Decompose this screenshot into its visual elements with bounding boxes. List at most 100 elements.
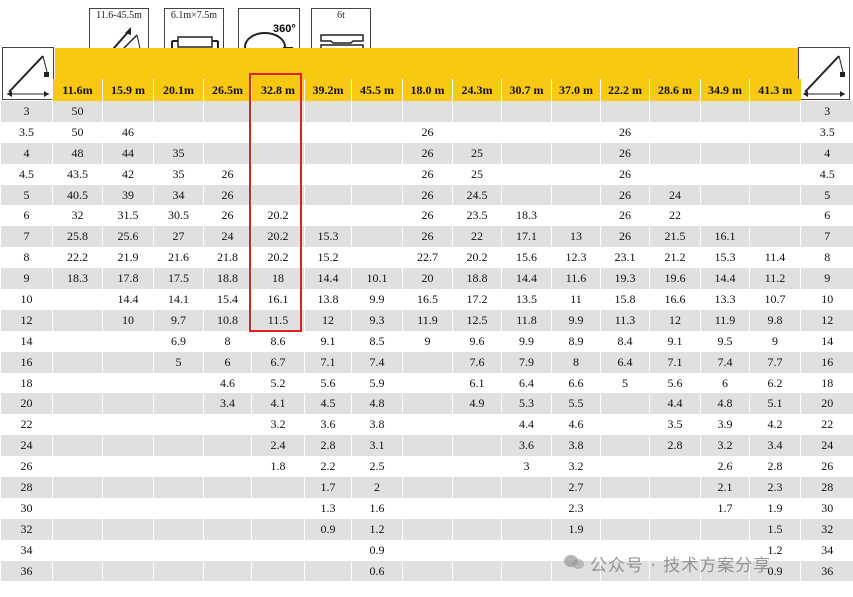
capacity-cell: 7.7 [749, 351, 801, 373]
capacity-cell: 3.8 [351, 414, 403, 436]
radius-cell: 6 [800, 205, 853, 227]
radius-cell: 8 [800, 247, 853, 269]
capacity-cell [52, 456, 103, 478]
capacity-cell: 6.1 [452, 372, 502, 394]
capacity-cell [551, 163, 601, 185]
capacity-cell [402, 518, 453, 540]
capacity-cell: 8.9 [551, 330, 601, 352]
boom-length-header: 20.1m [153, 79, 204, 101]
capacity-cell [600, 477, 650, 498]
capacity-cell [102, 351, 154, 373]
capacity-cell [501, 163, 552, 185]
capacity-cell: 5.2 [251, 372, 305, 394]
capacity-cell: 2.8 [304, 435, 352, 457]
capacity-cell: 8.5 [351, 330, 403, 352]
load-chart-table: 11.6m 15.9 m 20.1m 26.5m 32.8 m 39.2m 45.5 m 18… [0, 79, 853, 582]
capacity-cell [304, 163, 352, 185]
capacity-cell [203, 414, 252, 436]
capacity-cell: 10.1 [351, 268, 403, 290]
capacity-cell: 21.5 [649, 226, 701, 248]
capacity-cell [501, 101, 552, 122]
radius-cell: 3 [0, 101, 53, 122]
capacity-cell [551, 121, 601, 143]
capacity-cell [649, 121, 701, 143]
capacity-cell [600, 456, 650, 478]
capacity-cell: 21.6 [153, 247, 204, 269]
radius-cell: 10 [0, 289, 53, 310]
capacity-cell [452, 101, 502, 122]
capacity-cell [251, 184, 305, 206]
top-icon-row: 11.6-45.5m 6.1m×7.5m 360° 6t [0, 8, 853, 70]
capacity-cell: 17.5 [153, 268, 204, 290]
capacity-cell: 2.3 [749, 477, 801, 498]
capacity-cell [649, 456, 701, 478]
radius-cell: 26 [800, 456, 853, 478]
capacity-cell: 25 [452, 142, 502, 164]
capacity-cell [102, 539, 154, 561]
capacity-cell: 34 [153, 184, 204, 206]
radius-header-right [801, 79, 853, 101]
capacity-cell [501, 477, 552, 498]
capacity-cell [600, 435, 650, 457]
boom-length-header: 28.6 m [649, 79, 701, 101]
radius-cell: 5 [0, 184, 53, 206]
boom-length-header: 37.0 m [551, 79, 601, 101]
capacity-cell: 7.9 [501, 351, 552, 373]
capacity-cell: 19.3 [600, 268, 650, 290]
boom-length-header: 15.9 m [102, 79, 154, 101]
capacity-cell: 1.3 [304, 497, 352, 519]
capacity-cell [251, 560, 305, 582]
capacity-cell [551, 184, 601, 206]
capacity-cell: 3 [501, 456, 552, 478]
capacity-cell [749, 184, 801, 206]
capacity-cell: 3.6 [501, 435, 552, 457]
capacity-cell: 26 [600, 142, 650, 164]
radius-cell: 4 [0, 142, 53, 164]
capacity-cell: 20.2 [251, 247, 305, 269]
capacity-cell: 26 [600, 184, 650, 206]
capacity-cell [203, 435, 252, 457]
capacity-cell [153, 456, 204, 478]
capacity-cell: 9.6 [452, 330, 502, 352]
capacity-cell [304, 121, 352, 143]
capacity-cell: 2.8 [749, 456, 801, 478]
capacity-cell [102, 518, 154, 540]
capacity-cell: 11.2 [749, 268, 801, 290]
capacity-cell [52, 372, 103, 394]
capacity-cell: 14.4 [700, 268, 750, 290]
slew-angle-label: 360° [273, 23, 296, 35]
capacity-cell [501, 539, 552, 561]
capacity-cell [649, 518, 701, 540]
capacity-cell [452, 497, 502, 519]
capacity-cell: 25.8 [52, 226, 103, 248]
table-row: 3 50 3 [0, 101, 853, 122]
capacity-cell: 4.6 [203, 372, 252, 394]
table-row: 32 0.9 1.2 1.9 1.5 32 [0, 518, 853, 540]
capacity-cell: 4.2 [749, 414, 801, 436]
capacity-cell: 12.5 [452, 309, 502, 331]
radius-cell: 6 [0, 205, 53, 227]
capacity-cell: 16.1 [251, 289, 305, 310]
capacity-cell [52, 309, 103, 331]
capacity-cell: 4.5 [304, 393, 352, 415]
capacity-cell: 18 [251, 268, 305, 290]
radius-header-left [1, 79, 53, 101]
capacity-cell [203, 456, 252, 478]
table-row: 18 4.6 5.2 5.6 5.9 6.1 6.4 6.6 5 5.6 6 6.2 18 [0, 372, 853, 394]
capacity-cell: 0.9 [304, 518, 352, 540]
table-row: 12 10 9.7 10.8 11.5 12 9.3 11.9 12.5 11.8 9.9 11.3 1… [0, 309, 853, 331]
capacity-cell: 26 [203, 184, 252, 206]
boom-length-header: 26.5m [203, 79, 252, 101]
capacity-cell [402, 497, 453, 519]
capacity-cell: 1.7 [700, 497, 750, 519]
radius-cell: 16 [800, 351, 853, 373]
capacity-cell [452, 435, 502, 457]
capacity-cell [351, 205, 403, 227]
capacity-cell: 13.3 [700, 289, 750, 310]
radius-cell: 24 [800, 435, 853, 457]
capacity-cell: 42 [102, 163, 154, 185]
capacity-cell: 3.8 [551, 435, 601, 457]
capacity-cell: 18.8 [203, 268, 252, 290]
capacity-cell [52, 289, 103, 310]
capacity-cell [600, 414, 650, 436]
